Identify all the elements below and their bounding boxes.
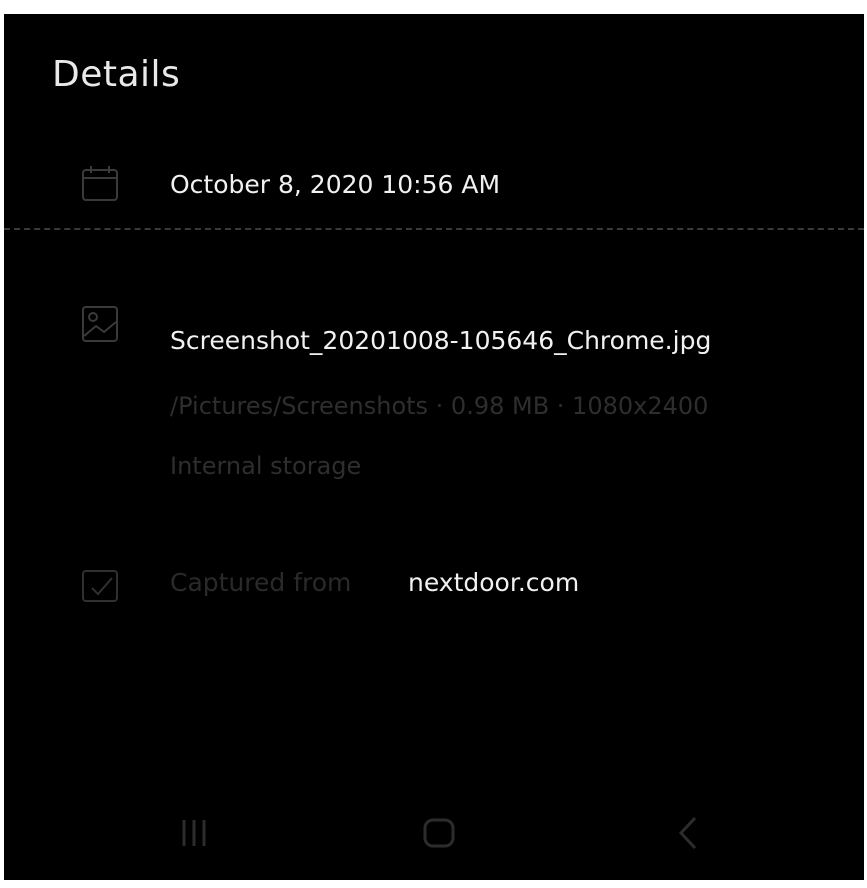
details-screen: Details October 8, 2020 10:56 AM Screens… — [4, 14, 864, 880]
navigation-bar — [4, 784, 864, 880]
file-name-text: Screenshot_20201008-105646_Chrome.jpg — [170, 326, 712, 355]
captured-source-link[interactable]: nextdoor.com — [408, 568, 579, 597]
back-icon[interactable] — [659, 808, 719, 858]
page-title: Details — [52, 54, 181, 95]
divider — [4, 228, 864, 230]
image-icon — [80, 304, 120, 344]
home-icon[interactable] — [409, 808, 469, 858]
date-time-text: October 8, 2020 10:56 AM — [170, 170, 501, 199]
calendar-icon — [80, 164, 120, 204]
file-info-text: /Pictures/Screenshots · 0.98 MB · 1080x2… — [170, 392, 709, 420]
capture-icon — [80, 566, 120, 606]
captured-label: Captured from — [170, 568, 352, 597]
storage-text: Internal storage — [170, 452, 362, 480]
recent-apps-icon[interactable] — [164, 808, 224, 858]
